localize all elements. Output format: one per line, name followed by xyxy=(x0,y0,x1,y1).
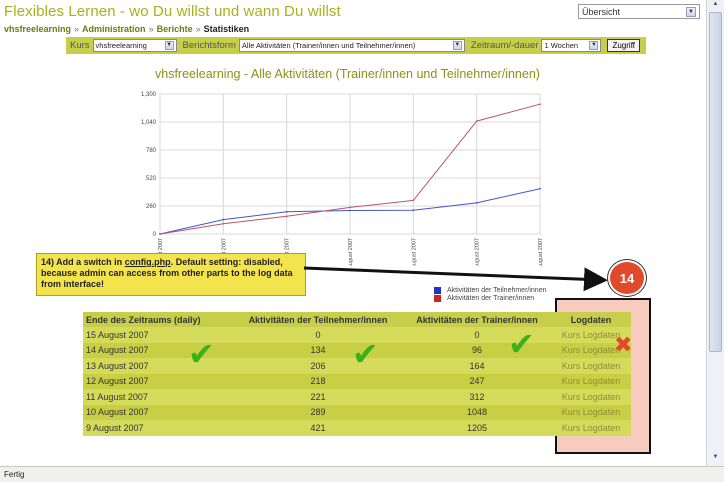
column-header-period-end: Ende des Zeitraums (daily) xyxy=(83,312,233,327)
logdata-link[interactable]: Kurs Logdaten xyxy=(551,358,631,374)
data-point xyxy=(412,199,415,202)
breadcrumb-item-statistics: Statistiken xyxy=(203,24,250,34)
breadcrumb-item-administration[interactable]: Administration xyxy=(82,24,146,34)
data-point xyxy=(222,218,225,221)
check-icon: ✔ xyxy=(508,326,535,362)
y-tick-label: 1,300 xyxy=(141,92,157,98)
report-type-label: Berichtsform xyxy=(182,40,236,51)
column-header-logdata: Logdaten xyxy=(551,312,631,327)
table-header-row: Ende des Zeitraums (daily) Aktivitäten d… xyxy=(83,312,631,327)
course-label: Kurs xyxy=(70,40,90,51)
data-point xyxy=(285,210,288,213)
period-select[interactable]: 1 Wochen ▼ xyxy=(541,39,602,52)
annotation-text-start: 14) Add a switch in xyxy=(41,257,125,267)
check-icon: ✔ xyxy=(188,336,215,372)
chevron-down-icon[interactable]: ▼ xyxy=(452,41,462,50)
legend-label-participants: Aktivitäten der Teilnehmer/innen xyxy=(447,287,547,294)
page-title: Flexibles Lernen - wo Du willst und wann… xyxy=(4,3,341,20)
data-point xyxy=(475,201,478,204)
legend-item-trainers: Aktivitäten der Trainer/innen xyxy=(434,295,546,302)
report-type-select[interactable]: Alle Aktivitäten (Trainer/innen und Teil… xyxy=(238,39,465,52)
table-row: 9 August 2007 421 1205 Kurs Logdaten xyxy=(83,420,631,436)
access-button[interactable]: Zugriff xyxy=(607,39,640,52)
annotation-callout: 14) Add a switch in config.php. Default … xyxy=(36,253,306,296)
statistics-table: Ende des Zeitraums (daily) Aktivitäten d… xyxy=(83,312,631,436)
legend-item-participants: Aktivitäten der Teilnehmer/innen xyxy=(434,287,546,294)
data-point xyxy=(349,206,351,209)
activity-line-chart: 0 260 520 780 1,040 1,300 9 August 2007 10 Augu… xyxy=(141,92,544,266)
cell-period-end: 11 August 2007 xyxy=(83,389,233,405)
x-tick-label: 12 August 2007 xyxy=(348,238,354,266)
logdata-link[interactable]: Kurs Logdaten xyxy=(551,373,631,389)
x-tick-label: 11 August 2007 xyxy=(411,238,417,266)
report-type-select-value: Alle Aktivitäten (Trainer/innen und Teil… xyxy=(241,41,416,50)
step-number-badge: 14 xyxy=(608,260,646,296)
y-tick-label: 0 xyxy=(153,232,157,238)
cell-trainers: 1205 xyxy=(403,420,551,436)
legend-label-trainers: Aktivitäten der Trainer/innen xyxy=(447,295,535,302)
y-tick-label: 260 xyxy=(146,204,157,210)
cell-trainers: 247 xyxy=(403,373,551,389)
cell-period-end: 10 August 2007 xyxy=(83,404,233,420)
cell-period-end: 9 August 2007 xyxy=(83,420,233,436)
scroll-down-icon[interactable]: ▼ xyxy=(710,454,721,463)
x-tick-label: 10 August 2007 xyxy=(475,238,481,266)
y-tick-label: 780 xyxy=(146,148,157,154)
y-tick-label: 520 xyxy=(146,176,157,182)
legend-swatch-trainers xyxy=(434,295,441,302)
period-label: Zeitraum/-dauer xyxy=(470,40,539,51)
cross-icon: ✖ xyxy=(614,332,633,357)
logdata-link[interactable]: Kurs Logdaten xyxy=(551,420,631,436)
data-point xyxy=(159,233,161,235)
scrollbar-thumb[interactable] xyxy=(709,12,722,352)
cell-participants: 421 xyxy=(233,420,403,436)
cell-participants: 289 xyxy=(233,404,403,420)
data-point xyxy=(285,215,288,218)
data-point xyxy=(539,187,541,190)
breadcrumb-item-site[interactable]: vhsfreelearning xyxy=(4,24,71,34)
column-header-participants: Aktivitäten der Teilnehmer/innen xyxy=(233,312,403,327)
chart-title: vhsfreelearning - Alle Aktivitäten (Trai… xyxy=(155,67,540,81)
annotation-config-file: config.php xyxy=(124,257,171,267)
chevron-down-icon[interactable]: ▼ xyxy=(686,6,696,17)
filter-bar: Kurs vhsfreelearning ▼ Berichtsform Alle… xyxy=(66,37,646,54)
data-point xyxy=(349,209,351,212)
cell-participants: 221 xyxy=(233,389,403,405)
data-point xyxy=(475,120,478,123)
y-tick-label: 1,040 xyxy=(141,120,157,126)
legend-swatch-participants xyxy=(434,287,441,294)
course-select[interactable]: vhsfreelearning ▼ xyxy=(92,39,177,52)
check-icon: ✔ xyxy=(352,336,379,372)
table-row: 11 August 2007 221 312 Kurs Logdaten xyxy=(83,389,631,405)
course-select-value: vhsfreelearning xyxy=(95,41,147,50)
breadcrumb-item-reports[interactable]: Berichte xyxy=(157,24,193,34)
cell-period-end: 12 August 2007 xyxy=(83,373,233,389)
column-header-trainers: Aktivitäten der Trainer/innen xyxy=(403,312,551,327)
period-select-value: 1 Wochen xyxy=(544,41,579,50)
table-row: 10 August 2007 289 1048 Kurs Logdaten xyxy=(83,404,631,420)
logdata-link[interactable]: Kurs Logdaten xyxy=(551,389,631,405)
data-point xyxy=(222,222,225,225)
jump-select[interactable]: Übersicht ▼ xyxy=(578,4,700,19)
table-row: 12 August 2007 218 247 Kurs Logdaten xyxy=(83,373,631,389)
chevron-down-icon[interactable]: ▼ xyxy=(589,41,599,50)
chart-legend: Aktivitäten der Teilnehmer/innen Aktivit… xyxy=(434,287,546,303)
scroll-up-icon[interactable]: ▲ xyxy=(710,1,721,10)
status-bar: Fertig xyxy=(0,466,724,482)
jump-select-value: Übersicht xyxy=(582,6,621,17)
data-point xyxy=(539,103,541,106)
vertical-scrollbar[interactable]: ▲ ▼ xyxy=(706,0,724,466)
cell-trainers: 312 xyxy=(403,389,551,405)
cell-participants: 218 xyxy=(233,373,403,389)
cell-trainers: 1048 xyxy=(403,404,551,420)
logdata-link[interactable]: Kurs Logdaten xyxy=(551,404,631,420)
data-point xyxy=(412,209,415,212)
chevron-down-icon[interactable]: ▼ xyxy=(164,41,174,50)
x-tick-label: 9 August 2007 xyxy=(538,238,544,266)
breadcrumb: vhsfreelearning» Administration» Berichte»… xyxy=(4,24,250,34)
